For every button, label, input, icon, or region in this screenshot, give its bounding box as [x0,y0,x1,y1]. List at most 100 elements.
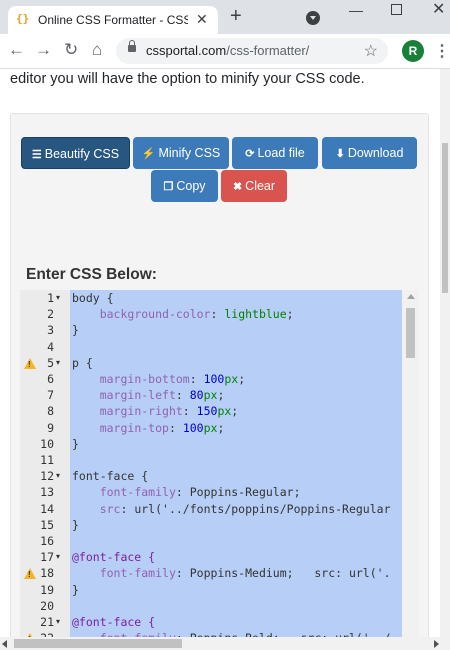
tab-search-icon[interactable] [306,11,320,25]
beautify-label: Beautify CSS [44,147,120,161]
clear-button[interactable]: ✖ Clear [221,170,287,202]
address-bar[interactable]: cssportal.com/css-formatter/ ☆ [116,38,388,64]
back-arrow-icon[interactable]: ← [8,40,25,60]
reload-icon[interactable]: ↻ [64,40,78,60]
scroll-up-arrow-icon[interactable] [407,294,415,299]
code-line: p { [72,355,93,370]
code-area[interactable]: body { background-color: lightblue;} p { … [70,290,402,637]
page-vertical-scrollbar[interactable] [440,69,450,637]
tab-title: Online CSS Formatter - CSS Bea [38,13,188,27]
close-icon[interactable]: ✕ [196,11,208,28]
minify-button[interactable]: ⚡ Minify CSS [133,137,229,169]
code-line: @font-face { [72,615,156,629]
url-path: /css-formatter/ [226,43,310,58]
line-number: 10 [40,436,54,451]
copy-button[interactable]: ❐ Copy [151,170,218,202]
line-number: 8 [47,404,54,419]
scroll-right-arrow-icon[interactable] [434,640,439,648]
code-line: font-family: Poppins-Medium; src: url('. [99,566,391,581]
lock-icon[interactable] [128,40,136,52]
code-line: } [72,582,79,597]
star-icon[interactable]: ☆ [364,41,378,61]
magic-wand-icon: ⚡ [141,148,156,160]
css-editor[interactable]: 1 ▾ 2 3 4 5 ▾! 6 7 8 9 10 11 12 ▾ 13 14 15 16 17 ▾ 18! 19 20 21 ▾… [20,290,419,637]
code-line: margin-bottom: 100px; [99,372,246,386]
list-icon: ☰ [31,149,42,161]
scroll-thumb[interactable] [14,639,182,648]
maximize-icon[interactable] [391,4,402,15]
code-line: margin-left: 80px; [99,388,225,403]
line-number: 7 [47,388,54,403]
fold-arrow-icon[interactable]: ▾ [56,293,60,302]
line-number: 20 [40,598,54,613]
clear-label: Clear [245,179,276,193]
scroll-thumb[interactable] [406,308,415,358]
page-content: editor you will have the option to minif… [0,69,450,637]
copy-icon: ❐ [163,181,174,193]
code-line: body { [72,291,114,305]
warning-icon[interactable]: ! [24,357,36,369]
line-number: 14 [40,501,54,516]
line-number: 1 [47,291,54,305]
line-number: 21 [40,615,54,629]
profile-avatar[interactable]: R [402,40,424,62]
code-line: margin-right: 150px; [99,404,239,419]
editor-vertical-scrollbar[interactable] [402,290,419,637]
spinner-icon: ⟳ [245,148,255,160]
line-number: 19 [40,582,54,597]
code-line: } [72,323,79,338]
scroll-thumb[interactable] [442,143,448,293]
editor-gutter: 1 ▾ 2 3 4 5 ▾! 6 7 8 9 10 11 12 ▾ 13 14 15 16 17 ▾ 18! 19 20 21 ▾… [20,290,70,637]
code-line: background-color: lightblue; [99,307,294,322]
load-file-button[interactable]: ⟳ Load file [232,137,318,169]
code-line: } [72,436,79,451]
intro-text: editor you will have the option to minif… [10,71,365,87]
code-line: } [72,517,79,532]
load-file-label: Load file [257,146,305,160]
download-label: Download [347,146,404,160]
code-line: font-family: Poppins-Regular; [99,485,301,500]
warning-icon[interactable]: ! [24,568,36,580]
copy-label: Copy [176,179,206,193]
browser-toolbar: ← → ↻ ⌂ cssportal.com/css-formatter/ ☆ R… [0,34,450,69]
times-icon: ✖ [232,181,243,193]
fold-arrow-icon[interactable]: ▾ [56,552,60,561]
url-text[interactable]: cssportal.com/css-formatter/ [146,43,309,58]
line-number: 9 [47,420,54,435]
browser-tab[interactable]: {} Online CSS Formatter - CSS Bea ✕ [8,6,218,34]
plus-icon[interactable]: + [230,6,242,26]
line-number: 3 [47,323,54,338]
favicon-braces-icon: {} [16,12,30,25]
fold-arrow-icon[interactable]: ▾ [56,358,60,367]
line-number: 15 [40,517,54,532]
minify-label: Minify CSS [158,146,221,160]
line-number: 2 [47,307,54,322]
line-number: 6 [47,372,54,386]
forward-arrow-icon[interactable]: → [35,40,52,60]
line-number: 16 [40,534,54,548]
line-number: 11 [40,453,54,467]
fold-arrow-icon[interactable]: ▾ [56,617,60,626]
url-domain: cssportal.com [146,43,227,58]
minimize-icon[interactable]: — [349,2,363,18]
download-button[interactable]: ⬇ Download [322,137,417,169]
page-horizontal-scrollbar[interactable] [0,637,450,650]
formatter-panel: ☰ Beautify CSS ⚡ Minify CSS ⟳ Load file ⬇ Do… [10,113,429,637]
fold-arrow-icon[interactable]: ▾ [56,471,60,480]
code-line: src: url('../fonts/poppins/Poppins-Regul… [99,501,391,516]
line-number: 17 [40,550,54,565]
code-line: font-face { [72,469,149,484]
code-line: @font-face { [72,550,156,565]
window-close-icon[interactable]: ✕ [432,0,445,19]
beautify-button[interactable]: ☰ Beautify CSS [21,137,130,169]
menu-kebab-icon[interactable]: ⋮ [434,41,450,61]
line-number: 12 [40,469,54,484]
editor-label: Enter CSS Below: [26,266,157,283]
code-line: margin-top: 100px; [99,420,225,435]
home-icon[interactable]: ⌂ [92,40,102,60]
tab-strip: {} Online CSS Formatter - CSS Bea ✕ + — … [0,0,450,34]
line-number: 4 [47,339,54,354]
line-number: 13 [40,485,54,500]
scroll-left-arrow-icon[interactable] [2,640,7,648]
download-icon: ⬇ [335,148,345,160]
